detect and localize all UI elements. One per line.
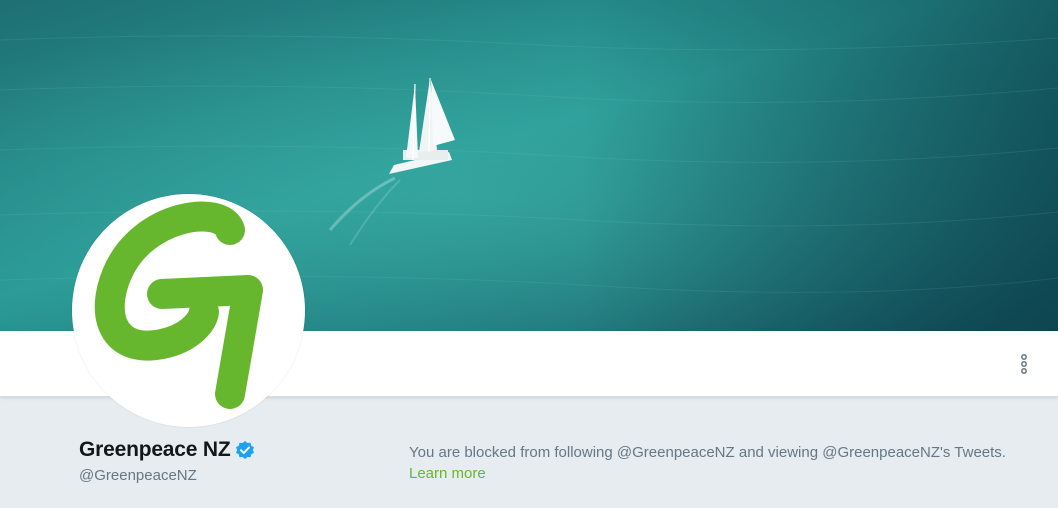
profile-page: Greenpeace NZ @GreenpeaceNZ You are bloc… [0, 0, 1058, 508]
greenpeace-logo-icon [94, 201, 263, 409]
learn-more-link[interactable]: Learn more [409, 464, 486, 484]
blocked-notice-text: You are blocked from following @Greenpea… [409, 444, 1006, 461]
verified-badge-icon [235, 440, 255, 460]
profile-handle: @GreenpeaceNZ [79, 467, 197, 484]
profile-name[interactable]: Greenpeace NZ [79, 438, 231, 462]
profile-name-row: Greenpeace NZ [79, 438, 255, 462]
profile-avatar[interactable] [72, 194, 305, 427]
more-options-button[interactable] [1014, 351, 1034, 377]
more-vertical-icon [1021, 354, 1027, 374]
